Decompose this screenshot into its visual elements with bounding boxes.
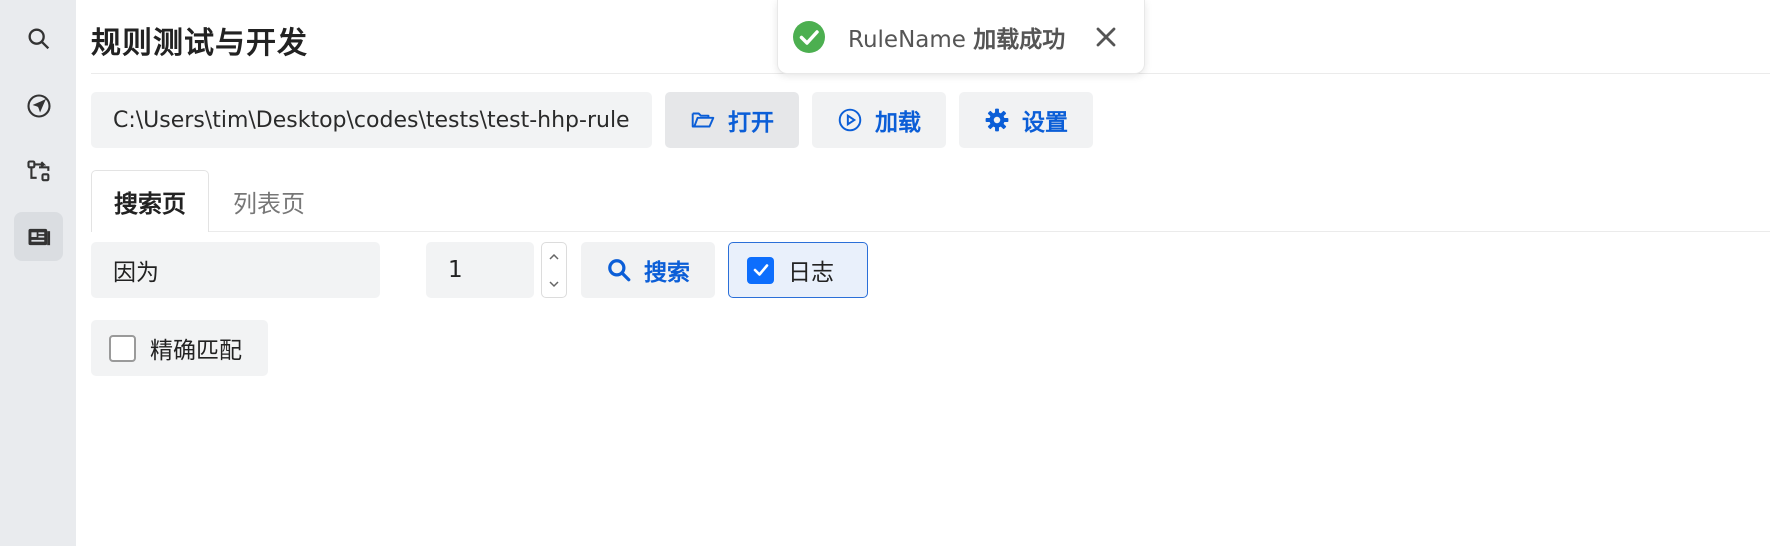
sidebar-item-flow[interactable]	[14, 147, 63, 196]
sidebar-item-rule-test[interactable]	[14, 212, 63, 261]
toast-rule-name: RuleName	[848, 26, 966, 53]
log-checkbox[interactable]	[747, 256, 774, 284]
settings-button[interactable]: 设置	[959, 92, 1093, 148]
flow-icon	[26, 159, 49, 181]
rule-test-icon	[28, 228, 50, 245]
page-number-stepper[interactable]	[541, 242, 567, 298]
open-button[interactable]: 打开	[665, 92, 799, 148]
tabs-divider	[91, 231, 1770, 232]
sidebar-item-search[interactable]	[14, 14, 63, 63]
exact-match-checkbox[interactable]	[109, 334, 136, 362]
exact-match-toggle[interactable]: 精确匹配	[91, 320, 268, 376]
log-label: 日志	[788, 260, 834, 286]
check-circle-icon	[793, 20, 825, 53]
tab-search[interactable]: 搜索页	[91, 170, 209, 232]
toast-close-button[interactable]	[1093, 24, 1119, 50]
main-panel: 规则测试与开发 C:\Users\tim\Desktop\codes\tests…	[76, 0, 1770, 546]
exact-match-label: 精确匹配	[150, 338, 242, 364]
success-toast: RuleName 加载成功	[777, 0, 1145, 74]
log-toggle[interactable]: 日志	[728, 242, 868, 298]
toast-status-text: 加载成功	[973, 26, 1066, 53]
folder-open-icon	[691, 112, 715, 128]
search-button-label: 搜索	[644, 260, 690, 286]
query-input[interactable]: 因为	[91, 242, 380, 298]
sidebar-item-navigate[interactable]	[14, 81, 63, 130]
check-icon	[753, 264, 768, 276]
toast-message: RuleName 加载成功	[848, 20, 1065, 54]
play-circle-icon	[838, 108, 862, 132]
load-button[interactable]: 加载	[812, 92, 946, 148]
search-button[interactable]: 搜索	[581, 242, 715, 298]
open-button-label: 打开	[728, 110, 774, 136]
search-icon	[608, 259, 631, 282]
page-title: 规则测试与开发	[91, 26, 308, 61]
chevron-up-icon[interactable]	[548, 252, 560, 262]
rule-path-input[interactable]: C:\Users\tim\Desktop\codes\tests\test-hh…	[91, 92, 652, 148]
search-icon	[28, 28, 49, 49]
chevron-down-icon[interactable]	[548, 279, 560, 289]
sidebar	[0, 0, 76, 546]
page-number-input[interactable]: 1	[426, 242, 534, 298]
settings-button-label: 设置	[1022, 110, 1068, 136]
tab-list[interactable]: 列表页	[214, 170, 324, 232]
gear-icon	[985, 108, 1009, 132]
close-icon	[1096, 27, 1116, 46]
navigation-arrow-icon	[26, 93, 51, 118]
load-button-label: 加载	[875, 110, 921, 136]
